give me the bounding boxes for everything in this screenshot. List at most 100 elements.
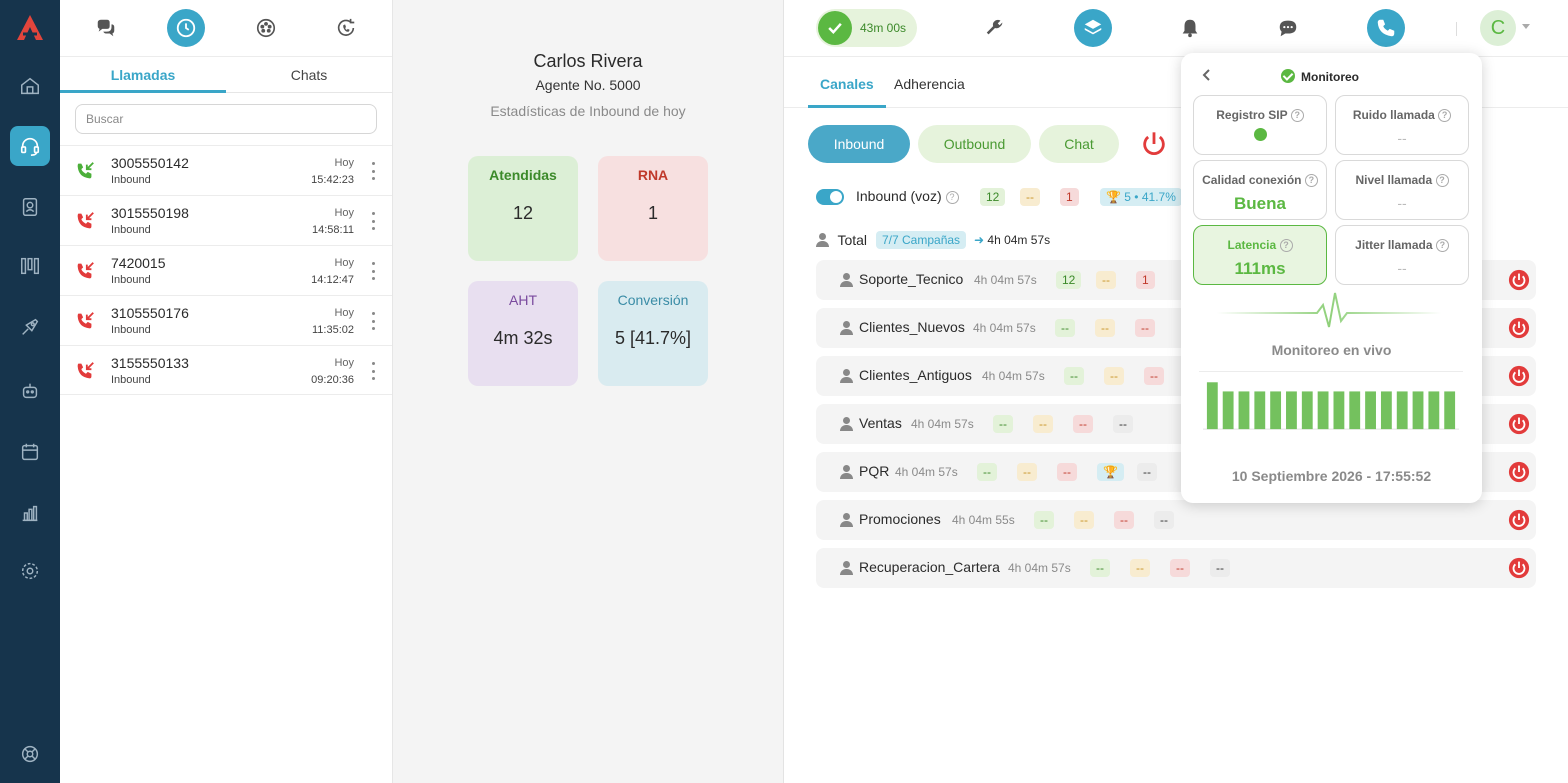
power-icon[interactable] — [1508, 317, 1530, 339]
help-icon[interactable]: ? — [945, 190, 959, 204]
chevron-left-icon[interactable] — [1199, 67, 1215, 83]
campaign-row[interactable]: Recuperacion_Cartera 4h 04m 57s -- -- -- -- — [816, 548, 1536, 588]
more-vertical-icon[interactable] — [368, 212, 378, 230]
help-icon[interactable]: ? — [1435, 174, 1449, 188]
campaign-pending-badge: -- — [1096, 271, 1116, 289]
channel-inbound-button[interactable]: Inbound — [808, 125, 910, 163]
search-input[interactable] — [75, 104, 377, 134]
person-icon — [840, 321, 853, 335]
incoming-call-icon — [77, 312, 94, 329]
help-lifebuoy-icon[interactable] — [10, 734, 50, 774]
app-logo[interactable] — [14, 12, 46, 44]
stat-value: 4m 32s — [493, 328, 553, 348]
campaign-pending-badge: -- — [1095, 319, 1115, 337]
campaign-time: 4h 04m 57s — [911, 417, 974, 431]
metric-label: Nivel llamada ? — [1336, 173, 1468, 188]
agent-name: Carlos Rivera — [533, 51, 643, 71]
call-time: 11:35:02 — [311, 324, 354, 336]
chat-icon[interactable] — [1269, 9, 1307, 47]
chevron-down-icon[interactable] — [1522, 24, 1530, 29]
top-bar: 43m 00s C — [784, 0, 1568, 57]
tab-chats[interactable]: Chats — [226, 57, 392, 92]
power-icon[interactable] — [1508, 461, 1530, 483]
board-icon[interactable] — [10, 246, 50, 286]
help-icon[interactable]: ? — [1435, 239, 1449, 253]
call-row[interactable]: 3015550198 Inbound Hoy 14:58:11 — [60, 195, 392, 245]
layers-icon[interactable] — [1074, 9, 1112, 47]
call-direction: Inbound — [111, 224, 151, 236]
channel-outbound-button[interactable]: Outbound — [918, 125, 1031, 163]
help-icon[interactable]: ? — [1438, 109, 1452, 123]
more-vertical-icon[interactable] — [368, 262, 378, 280]
chat-bubbles-icon[interactable] — [87, 9, 125, 47]
campaign-pending-badge: -- — [1033, 415, 1053, 433]
inbound-conversion-badge: 🏆 5 • 41.7% — [1100, 188, 1182, 206]
campaign-pending-badge: -- — [1074, 511, 1094, 529]
metric-label: Calidad conexión ? — [1194, 173, 1326, 188]
avatar[interactable]: C — [1480, 10, 1516, 46]
stat-label: Atendidas — [489, 167, 557, 183]
call-row[interactable]: 7420015 Inbound Hoy 14:12:47 — [60, 245, 392, 295]
campaign-other-badge: -- — [1210, 559, 1230, 577]
live-bar — [1428, 391, 1440, 430]
contacts-icon[interactable] — [10, 187, 50, 227]
tab-adherencia[interactable]: Adherencia — [894, 76, 965, 92]
power-icon[interactable] — [1140, 130, 1168, 158]
metric-value: -- — [1397, 260, 1407, 277]
person-icon — [840, 513, 853, 527]
reports-icon[interactable] — [10, 493, 50, 533]
settings-icon[interactable] — [10, 551, 50, 591]
metric-registro-sip: Registro SIP ? — [1193, 95, 1327, 155]
help-icon[interactable]: ? — [1279, 239, 1293, 253]
check-circle-icon — [1281, 69, 1295, 83]
power-icon[interactable] — [1508, 269, 1530, 291]
bot-icon[interactable] — [10, 371, 50, 411]
wrench-icon[interactable] — [976, 9, 1014, 47]
calendar-icon[interactable] — [10, 432, 50, 472]
tab-llamadas[interactable]: Llamadas — [60, 57, 226, 93]
power-icon[interactable] — [1508, 557, 1530, 579]
more-vertical-icon[interactable] — [368, 362, 378, 380]
phone-icon[interactable] — [1367, 9, 1405, 47]
call-row[interactable]: 3155550133 Inbound Hoy 09:20:36 — [60, 345, 392, 395]
live-bar — [1333, 391, 1345, 430]
inbound-toggle[interactable] — [816, 189, 844, 205]
tab-canales[interactable]: Canales — [808, 76, 886, 108]
campaigns-icon[interactable] — [10, 307, 50, 347]
stat-value: 1 — [647, 203, 658, 223]
dialpad-icon[interactable] — [247, 9, 285, 47]
more-vertical-icon[interactable] — [368, 162, 378, 180]
heartbeat-pulse-icon — [1217, 292, 1441, 328]
power-icon[interactable] — [1508, 413, 1530, 435]
help-icon[interactable]: ? — [1290, 109, 1304, 123]
live-monitor-label: Monitoreo en vivo — [1271, 342, 1392, 358]
home-icon[interactable] — [10, 66, 50, 106]
campaign-row[interactable]: Promociones 4h 04m 55s -- -- -- -- — [816, 500, 1536, 540]
call-row[interactable]: 3105550176 Inbound Hoy 11:35:02 — [60, 295, 392, 345]
phone-sync-icon[interactable] — [327, 9, 365, 47]
stat-label: RNA — [637, 167, 669, 183]
metric-value: 111ms — [1234, 259, 1286, 279]
more-vertical-icon[interactable] — [368, 312, 378, 330]
campaign-answered-badge: -- — [993, 415, 1013, 433]
trophy-icon: 🏆 — [1106, 190, 1121, 204]
campaign-time: 4h 04m 55s — [952, 513, 1015, 527]
power-icon[interactable] — [1508, 365, 1530, 387]
campaign-answered-badge: -- — [1090, 559, 1110, 577]
agent-number: Agente No. 5000 — [535, 77, 641, 93]
incoming-call-icon — [77, 362, 94, 379]
call-row[interactable]: 3005550142 Inbound Hoy 15:42:23 — [60, 145, 392, 195]
campaign-rna-badge: -- — [1135, 319, 1155, 337]
campaign-name: Clientes_Nuevos — [859, 319, 965, 335]
history-clock-icon[interactable] — [167, 9, 205, 47]
campaign-time: 4h 04m 57s — [974, 273, 1037, 287]
inbound-conversion-text: 5 • 41.7% — [1124, 190, 1176, 204]
help-icon[interactable]: ? — [1304, 174, 1318, 188]
campaigns-badge[interactable]: 7/7 Campañas — [876, 231, 967, 249]
agent-status-pill[interactable]: 43m 00s — [816, 9, 917, 47]
channel-chat-button[interactable]: Chat — [1039, 125, 1119, 163]
live-bar — [1396, 391, 1408, 430]
agent-headset-icon[interactable] — [10, 126, 50, 166]
power-icon[interactable] — [1508, 509, 1530, 531]
bell-icon[interactable] — [1171, 9, 1209, 47]
